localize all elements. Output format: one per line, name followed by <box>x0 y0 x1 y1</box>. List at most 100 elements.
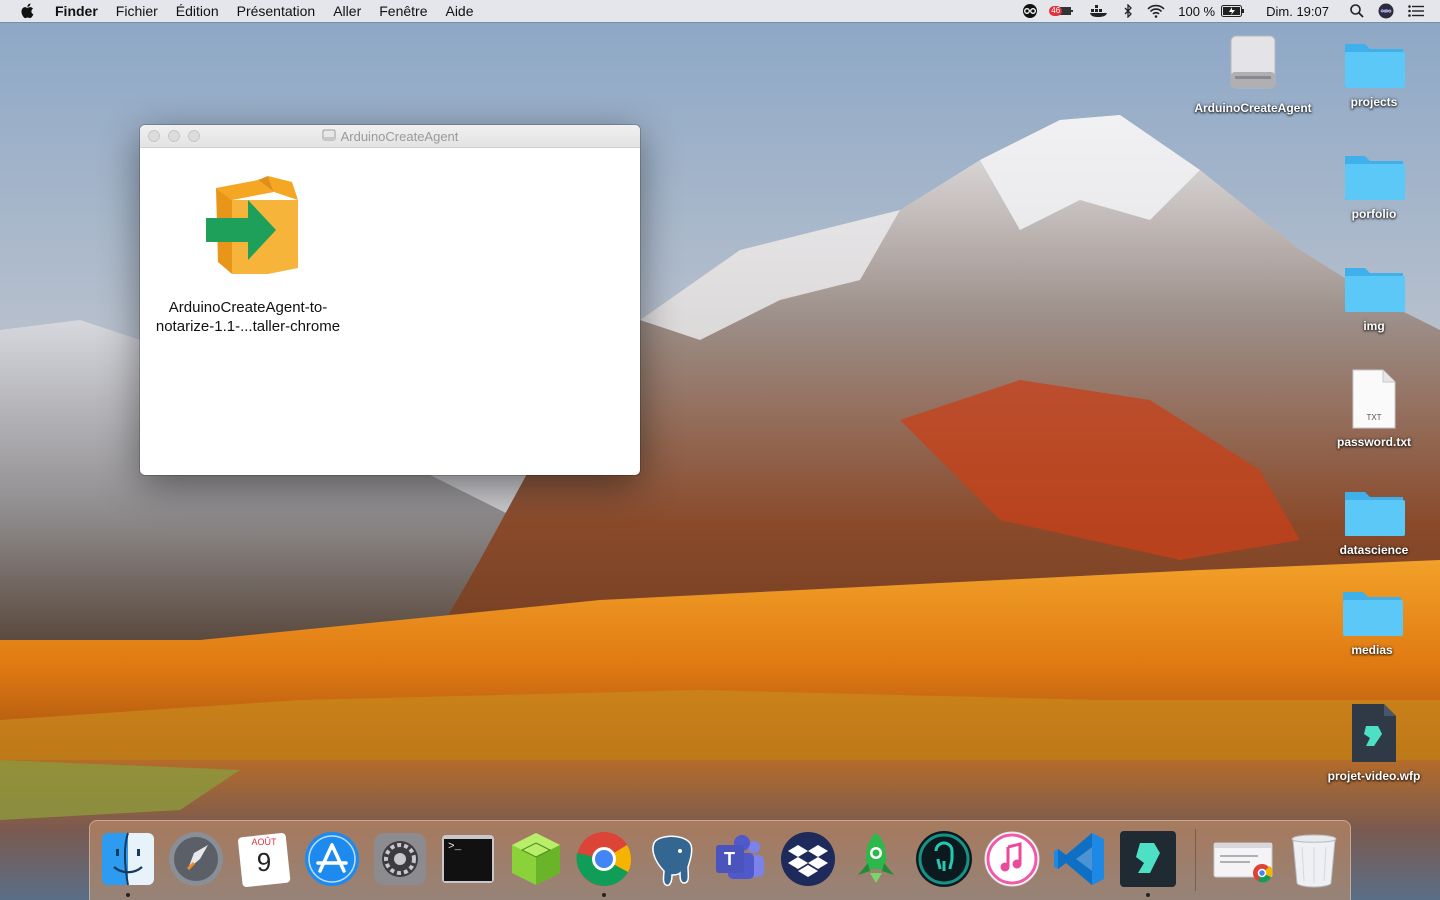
dock-itunes[interactable] <box>982 829 1042 889</box>
dock-dropbox[interactable] <box>778 829 838 889</box>
desktop-item-label: medias <box>1351 643 1393 657</box>
calendar-icon: AOÛT 9 <box>234 829 294 889</box>
window-controls <box>148 130 200 142</box>
teams-letter: T <box>724 849 735 869</box>
running-indicator <box>602 893 606 897</box>
desktop-item-label: projet-video.wfp <box>1327 769 1421 783</box>
chrome-icon <box>574 829 634 889</box>
desktop-item-projects[interactable]: projects <box>1314 38 1434 110</box>
desktop-item-img[interactable]: img <box>1314 262 1434 334</box>
desktop-item-datascience[interactable]: datascience <box>1314 486 1434 558</box>
folder-icon <box>1312 586 1432 638</box>
teams-icon: T <box>710 829 770 889</box>
menu-aide[interactable]: Aide <box>436 0 482 22</box>
desktop-item-medias[interactable]: medias <box>1312 586 1432 658</box>
desktop-item-label: ArduinoCreateAgent <box>1194 101 1312 115</box>
dock-app-store[interactable] <box>302 829 362 889</box>
installer-file-label: ArduinoCreateAgent-to- notarize-1.1-...t… <box>148 298 348 336</box>
creative-cloud-icon[interactable] <box>1021 4 1039 18</box>
finder-window: ArduinoCreateAgent ArduinoCreateAgent-to… <box>140 125 640 475</box>
desktop-item-label: porfolio <box>1351 207 1397 221</box>
battery-percentage[interactable]: 100 % <box>1178 4 1215 19</box>
menu-fenetre[interactable]: Fenêtre <box>370 0 436 22</box>
file-label-line2: notarize-1.1-...taller-chrome <box>155 318 341 335</box>
disk-icon <box>322 128 336 145</box>
chrome-download-icon <box>1212 829 1273 889</box>
app-store-icon <box>302 829 362 889</box>
menu-fichier[interactable]: Fichier <box>107 0 167 22</box>
dock-filmora[interactable] <box>1118 829 1178 897</box>
notification-badge-icon[interactable]: 46 <box>1049 3 1075 19</box>
notification-badge-count: 46 <box>1049 6 1063 16</box>
dropbox-icon <box>778 829 838 889</box>
desktop-item-label: img <box>1363 319 1385 333</box>
dock-launchpad[interactable] <box>166 829 226 889</box>
dock-gitkraken[interactable] <box>914 829 974 889</box>
rocket-app-icon <box>846 829 906 889</box>
window-titlebar[interactable]: ArduinoCreateAgent <box>140 125 640 148</box>
folder-icon <box>1314 262 1434 314</box>
trash-icon <box>1284 829 1344 889</box>
bluetooth-icon[interactable] <box>1123 4 1133 18</box>
desktop-item-password-txt[interactable]: TXT password.txt <box>1314 368 1434 450</box>
sketchup-cube-icon <box>506 829 566 889</box>
dock-sketchup[interactable] <box>506 829 566 889</box>
menubar-clock[interactable]: Dim. 19:07 <box>1266 4 1329 19</box>
desktop-item-arduino-disk[interactable]: ArduinoCreateAgent <box>1193 32 1313 116</box>
dock-chrome-download[interactable] <box>1212 829 1273 889</box>
desktop-item-porfolio[interactable]: porfolio <box>1314 150 1434 222</box>
dock-rocket-app[interactable] <box>846 829 906 889</box>
menu-app-name[interactable]: Finder <box>46 0 107 22</box>
docker-icon[interactable] <box>1089 4 1109 18</box>
status-area: 46 100 % Dim. 19:07 <box>1014 0 1440 22</box>
launchpad-icon <box>166 829 226 889</box>
close-button[interactable] <box>148 130 160 142</box>
dock-teams[interactable]: T <box>710 829 770 889</box>
text-file-icon: TXT <box>1349 368 1399 430</box>
desktop-item-label: projects <box>1350 95 1398 109</box>
menu-presentation[interactable]: Présentation <box>228 0 325 22</box>
package-installer-icon <box>148 170 348 280</box>
running-indicator <box>126 893 130 897</box>
vscode-icon <box>1050 829 1110 889</box>
installer-file[interactable]: ArduinoCreateAgent-to- notarize-1.1-...t… <box>148 170 348 336</box>
desktop-item-projet-video[interactable]: projet-video.wfp <box>1314 702 1434 784</box>
spotlight-search-icon[interactable] <box>1350 4 1364 18</box>
dock-terminal[interactable]: >_ <box>438 829 498 889</box>
file-label-line1: ArduinoCreateAgent-to- <box>168 299 328 316</box>
calendar-day: 9 <box>256 847 272 877</box>
dock: AOÛT 9 >_ T <box>89 820 1351 900</box>
zoom-button[interactable] <box>188 130 200 142</box>
menu-aller[interactable]: Aller <box>324 0 370 22</box>
finder-icon <box>98 829 158 889</box>
dock-vscode[interactable] <box>1050 829 1110 889</box>
itunes-icon <box>982 829 1042 889</box>
folder-icon <box>1314 38 1434 90</box>
gitkraken-icon <box>914 829 974 889</box>
menu-bar: Finder Fichier Édition Présentation Alle… <box>0 0 1440 22</box>
dock-postgresql[interactable] <box>642 829 702 889</box>
wifi-icon[interactable] <box>1147 4 1165 18</box>
calendar-month: AOÛT <box>251 837 277 847</box>
dock-finder[interactable] <box>98 829 158 897</box>
folder-icon <box>1314 486 1434 538</box>
dock-system-preferences[interactable] <box>370 829 430 889</box>
dock-calendar[interactable]: AOÛT 9 <box>234 829 294 889</box>
folder-icon <box>1314 150 1434 202</box>
dock-trash[interactable] <box>1284 829 1344 889</box>
menu-edition[interactable]: Édition <box>167 0 228 22</box>
siri-icon[interactable] <box>1378 3 1394 19</box>
disk-image-icon <box>1193 32 1313 96</box>
desktop-item-label: password.txt <box>1336 435 1411 449</box>
minimize-button[interactable] <box>168 130 180 142</box>
battery-icon[interactable] <box>1221 5 1245 17</box>
dock-chrome[interactable] <box>574 829 634 897</box>
running-indicator <box>1146 893 1150 897</box>
dock-separator <box>1195 829 1196 891</box>
text-file-badge: TXT <box>1366 413 1382 422</box>
apple-menu-icon[interactable] <box>16 0 38 22</box>
filmora-file-icon <box>1314 702 1434 764</box>
terminal-icon: >_ <box>438 829 498 889</box>
notification-center-icon[interactable] <box>1408 5 1424 17</box>
window-title: ArduinoCreateAgent <box>340 128 459 144</box>
